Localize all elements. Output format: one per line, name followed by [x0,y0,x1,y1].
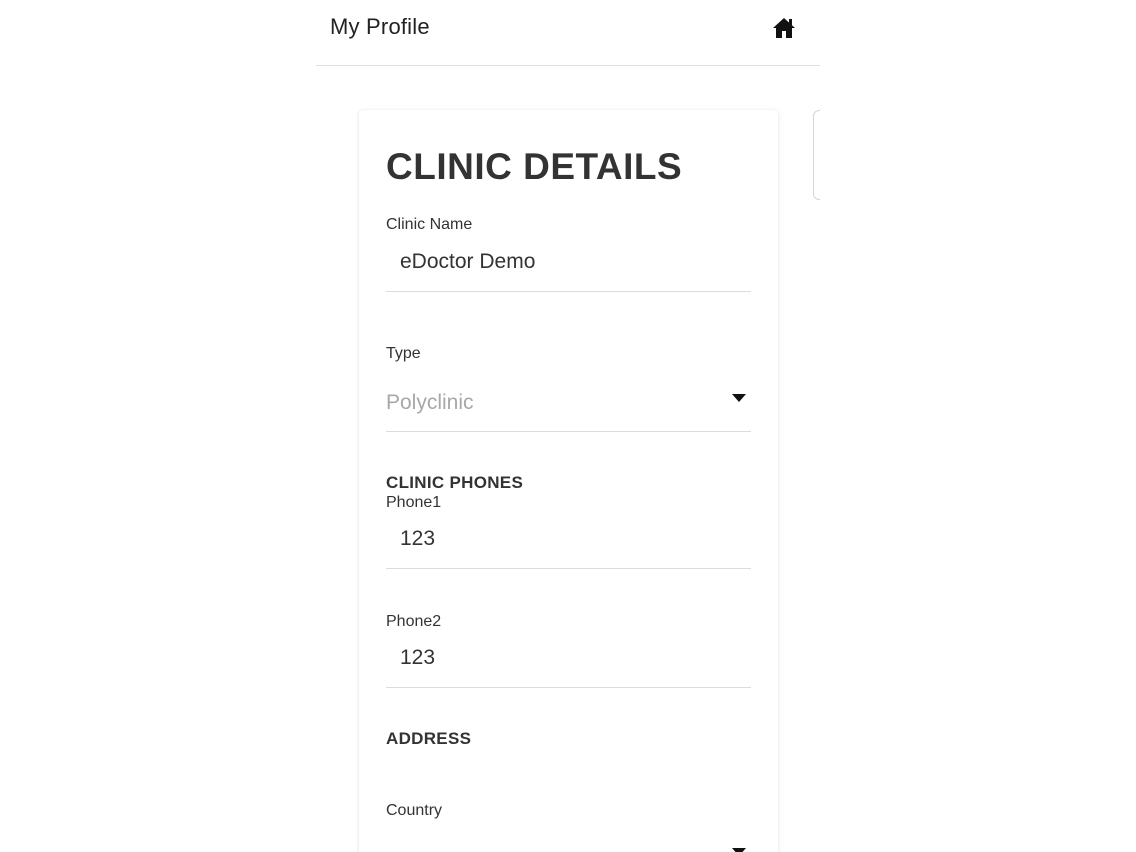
clinic-name-input[interactable] [400,250,730,274]
phone1-input[interactable] [400,527,730,551]
clinic-name-underline [386,291,751,292]
chevron-down-icon[interactable] [732,394,746,402]
next-card-edge[interactable] [813,110,820,200]
country-chevron-down-icon[interactable] [732,848,746,852]
top-app-bar: My Profile [316,0,820,66]
page-title: My Profile [330,14,430,39]
type-underline [386,431,751,432]
clinic-name-label: Clinic Name [386,216,473,233]
type-select[interactable]: Polyclinic [386,391,474,415]
clinic-phones-heading: CLINIC PHONES [386,473,524,492]
clinic-details-card: CLINIC DETAILS Clinic Name Type Polyclin… [359,110,778,852]
country-label: Country [386,802,443,819]
type-label: Type [386,345,421,362]
app-screen: My Profile CLINIC DETAILS Clinic Name Ty… [316,0,820,852]
phone2-label: Phone2 [386,613,442,630]
phone2-underline [386,687,751,688]
address-heading: ADDRESS [386,729,472,748]
card-title: CLINIC DETAILS [386,146,683,187]
phone1-underline [386,568,751,569]
home-button[interactable] [770,14,798,42]
phone2-input[interactable] [400,646,730,670]
home-icon [773,18,795,38]
phone1-label: Phone1 [386,494,442,511]
